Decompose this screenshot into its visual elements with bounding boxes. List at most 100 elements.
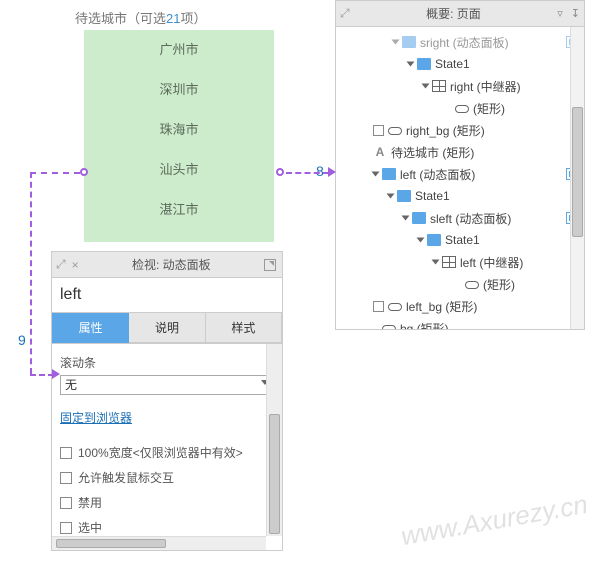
checkbox-icon	[60, 497, 72, 509]
checkbox-icon	[60, 447, 72, 459]
checkbox-full-width[interactable]: 100%宽度<仅限浏览器中有效>	[60, 444, 274, 461]
tab-notes[interactable]: 说明	[129, 313, 205, 343]
tree-row[interactable]: right (中继器)	[338, 75, 582, 97]
panel-icon	[397, 190, 411, 202]
tree-row[interactable]: bg (矩形)	[338, 317, 582, 329]
tree-row[interactable]: State1	[338, 229, 582, 251]
tree-row[interactable]: left (动态面板)	[338, 163, 582, 185]
expand-triangle-icon[interactable]	[392, 40, 400, 45]
scrollbar-thumb[interactable]	[269, 414, 280, 534]
tree-row-label: sleft (动态面板)	[430, 210, 566, 227]
expand-triangle-icon[interactable]	[432, 260, 440, 265]
rect-icon	[388, 127, 402, 135]
expand-triangle-icon[interactable]	[407, 62, 415, 67]
expand-triangle-icon[interactable]	[402, 216, 410, 221]
repeater-icon	[442, 256, 456, 268]
tree-row[interactable]: left (中继器)	[338, 251, 582, 273]
checkbox-label: 100%宽度<仅限浏览器中有效>	[78, 444, 243, 461]
undock-icon[interactable]: ⤢	[340, 6, 350, 21]
annotation-number-9: 9	[18, 332, 26, 348]
pin-to-browser-link[interactable]: 固定到浏览器	[60, 409, 132, 426]
list-item[interactable]: 湛江市	[84, 190, 274, 230]
list-item[interactable]: 广州市	[84, 30, 274, 70]
tree-row-label: (矩形)	[483, 276, 582, 293]
visibility-checkbox[interactable]	[373, 301, 384, 312]
list-item[interactable]: 深圳市	[84, 70, 274, 110]
panel-icon	[427, 234, 441, 246]
scrollbar-thumb[interactable]	[56, 539, 166, 548]
scrollbar-thumb[interactable]	[572, 107, 583, 237]
scrollbar-label: 滚动条	[60, 354, 274, 371]
preview-header-prefix: 待选城市（可选	[75, 11, 166, 26]
tree-row[interactable]: left_bg (矩形)	[338, 295, 582, 317]
horizontal-scrollbar[interactable]	[52, 536, 266, 550]
annotation-arrow-line	[30, 374, 54, 376]
vertical-scrollbar[interactable]	[570, 27, 584, 329]
arrow-head-icon	[328, 167, 336, 177]
checkbox-label: 选中	[78, 519, 102, 536]
tab-style[interactable]: 样式	[206, 313, 282, 343]
tree-row[interactable]: (矩形)	[338, 97, 582, 119]
checkbox-selected[interactable]: 选中	[60, 519, 274, 536]
checkbox-label: 允许触发鼠标交互	[78, 469, 174, 486]
tree-row[interactable]: State1	[338, 53, 582, 75]
rect-icon	[382, 325, 396, 329]
checkbox-icon	[60, 522, 72, 534]
list-item[interactable]: 珠海市	[84, 110, 274, 150]
preview-header-suffix: 项）	[180, 11, 206, 26]
tree-row-label: 待选城市 (矩形)	[391, 144, 582, 161]
tree-row[interactable]: sright (动态面板)	[338, 31, 582, 53]
tree-row-label: (矩形)	[473, 100, 582, 117]
panel-icon	[412, 212, 426, 224]
expand-triangle-icon[interactable]	[417, 238, 425, 243]
panel-menu-icon[interactable]	[264, 259, 276, 271]
tree-row-label: left_bg (矩形)	[406, 298, 582, 315]
list-item[interactable]: 汕头市	[84, 150, 274, 190]
inspect-panel: ⤢ × 检视: 动态面板 left 属性 说明 样式 滚动条 无 固定到浏览器 …	[51, 251, 283, 551]
expand-triangle-icon[interactable]	[422, 84, 430, 89]
tree-row[interactable]: A 待选城市 (矩形)	[338, 141, 582, 163]
outline-panel-header: ⤢ 概要: 页面 ▿ ↧	[336, 1, 584, 27]
tree-row[interactable]: (矩形)	[338, 273, 582, 295]
inspect-body: 滚动条 无 固定到浏览器 100%宽度<仅限浏览器中有效> 允许触发鼠标交互 禁…	[52, 343, 282, 550]
sort-icon[interactable]: ↧	[571, 7, 580, 20]
tab-properties[interactable]: 属性	[52, 313, 129, 343]
arrow-head-icon	[52, 369, 60, 379]
annotation-start-dot	[80, 168, 88, 176]
checkbox-mouse-interact[interactable]: 允许触发鼠标交互	[60, 469, 274, 486]
annotation-arrow-line	[30, 172, 32, 374]
inspect-panel-title: 检视: 动态面板	[85, 256, 258, 273]
tree-row[interactable]: State1	[338, 185, 582, 207]
tree-row-label: State1	[445, 233, 582, 247]
close-icon[interactable]: ×	[72, 258, 79, 272]
panel-icon	[417, 58, 431, 70]
expand-triangle-icon[interactable]	[372, 172, 380, 177]
tree-row-label: bg (矩形)	[400, 320, 582, 330]
annotation-number-8: 8	[316, 163, 324, 179]
checkbox-label: 禁用	[78, 494, 102, 511]
tree-row-label: left (中继器)	[460, 254, 582, 271]
rect-icon	[465, 281, 479, 289]
tree-row-label: left (动态面板)	[400, 166, 566, 183]
expand-triangle-icon[interactable]	[387, 194, 395, 199]
inspect-tabs: 属性 说明 样式	[52, 313, 282, 343]
filter-icon[interactable]: ▿	[557, 7, 563, 20]
panel-icon	[402, 36, 416, 48]
vertical-scrollbar[interactable]	[266, 344, 282, 536]
undock-icon[interactable]: ⤢	[56, 257, 66, 272]
tree-row-label: State1	[415, 189, 582, 203]
tree-row[interactable]: sleft (动态面板)	[338, 207, 582, 229]
tree-row-label: State1	[435, 57, 582, 71]
text-shape-icon: A	[373, 146, 387, 158]
tree-row[interactable]: right_bg (矩形)	[338, 119, 582, 141]
scrollbar-select[interactable]: 无	[60, 375, 274, 395]
annotation-arrow-line	[286, 172, 329, 174]
rect-icon	[455, 105, 469, 113]
outline-panel: ⤢ 概要: 页面 ▿ ↧ sright (动态面板) State1 right (中…	[335, 0, 585, 330]
preview-header-count: 21	[166, 11, 180, 26]
outline-tree: sright (动态面板) State1 right (中继器) (矩形) right_…	[336, 27, 584, 329]
tree-row-label: sright (动态面板)	[420, 34, 566, 51]
visibility-checkbox[interactable]	[373, 125, 384, 136]
widget-name-input[interactable]: left	[52, 278, 282, 313]
checkbox-disabled[interactable]: 禁用	[60, 494, 274, 511]
